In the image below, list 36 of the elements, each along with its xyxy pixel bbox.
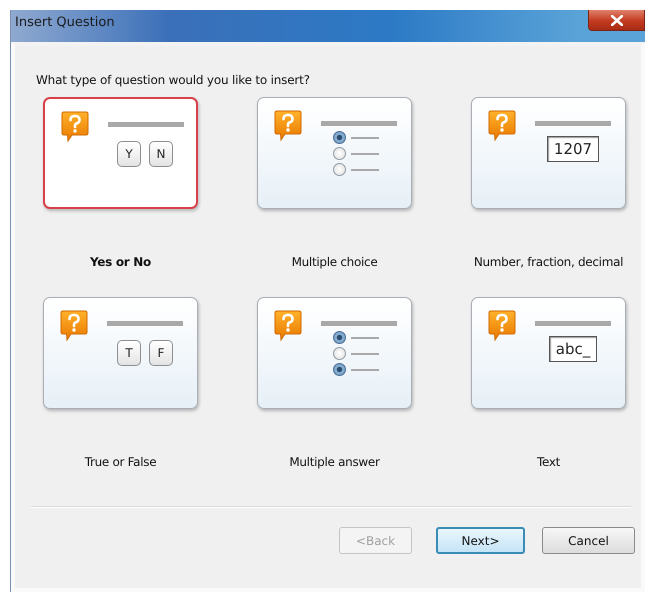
question-bubble-icon — [274, 310, 302, 342]
question-type-label: Multiple answer — [289, 455, 380, 469]
question-type-label: Text — [536, 455, 560, 469]
question-bubble-icon — [488, 310, 516, 342]
window-title: Insert Question — [14, 14, 115, 30]
close-icon — [610, 14, 622, 26]
key-icon: F — [149, 340, 173, 366]
question-type-card[interactable] — [257, 97, 412, 209]
question-type-label: Multiple choice — [292, 255, 378, 269]
question-type-label: Number, fraction, decimal — [474, 255, 624, 269]
option-line — [351, 168, 379, 170]
answer-field: abc_ — [548, 336, 598, 362]
option-line — [351, 136, 379, 138]
key-icon: T — [117, 340, 141, 366]
question-bubble-icon — [60, 310, 88, 342]
question-bubble-icon — [488, 110, 516, 142]
question-bubble-icon — [274, 110, 302, 142]
wizard-button[interactable]: Next> — [436, 527, 525, 554]
question-type-card[interactable]: T F — [43, 297, 198, 409]
question-type-card[interactable]: 1207 — [471, 97, 626, 209]
key-icon: Y — [117, 141, 141, 167]
prompt-text: What type of question would you like to insert? — [36, 73, 311, 87]
option-line — [351, 152, 379, 154]
option-line — [351, 368, 379, 370]
question-type-card[interactable] — [257, 297, 412, 409]
question-bubble-icon — [61, 111, 89, 143]
wizard-button[interactable]: Cancel — [542, 527, 635, 554]
question-type-label: True or False — [84, 455, 156, 469]
answer-field: 1207 — [546, 136, 600, 162]
question-type-card[interactable]: abc_ — [471, 297, 626, 409]
close-button[interactable] — [588, 10, 645, 31]
key-icon: N — [149, 141, 173, 167]
option-line — [351, 352, 379, 354]
question-type-label: Yes or No — [90, 255, 151, 269]
question-type-card[interactable]: Y N — [43, 97, 198, 209]
option-line — [351, 336, 379, 338]
